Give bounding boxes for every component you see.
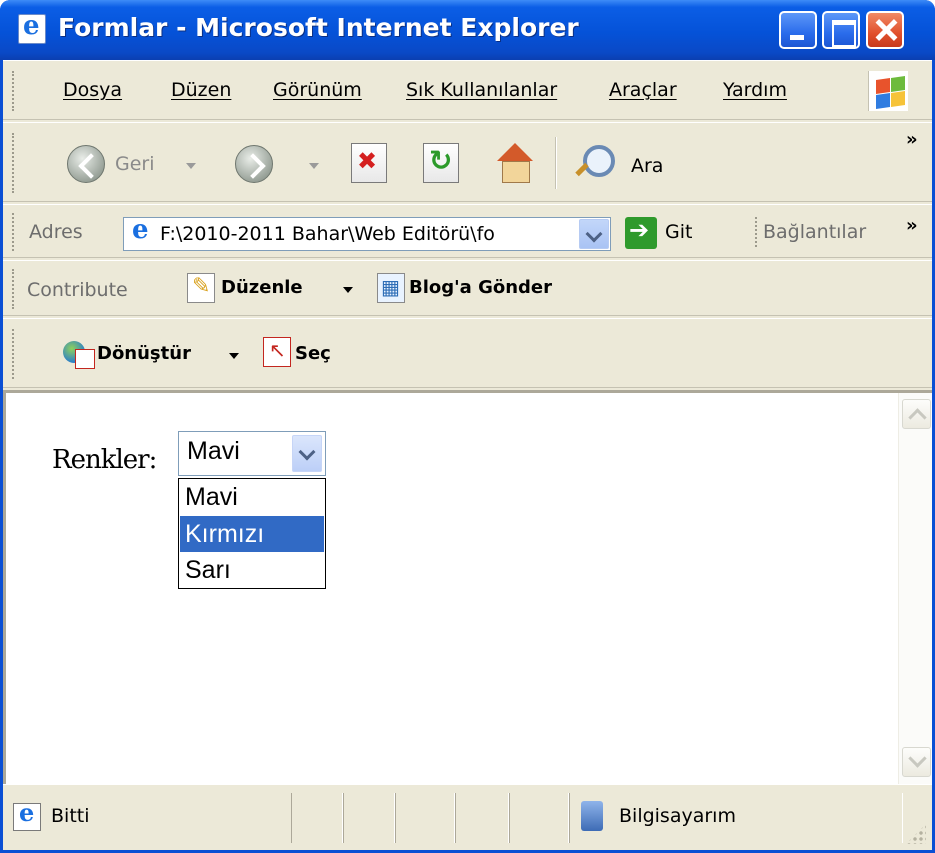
toolbar-grip[interactable] bbox=[12, 71, 16, 111]
edit-button[interactable]: Düzenle bbox=[221, 277, 303, 298]
menu-bar: Dosya Düzen Görünüm Sık Kullanılanlar Ar… bbox=[3, 60, 932, 120]
scroll-up-button[interactable] bbox=[902, 399, 931, 429]
blog-send-button[interactable]: Blog'a Gönder bbox=[409, 277, 552, 298]
colors-select[interactable]: Mavi bbox=[178, 431, 326, 476]
links-grip[interactable] bbox=[755, 217, 759, 247]
browser-chrome: Dosya Düzen Görünüm Sık Kullanılanlar Ar… bbox=[3, 60, 932, 390]
status-panel bbox=[455, 793, 509, 843]
ie-page-icon bbox=[128, 218, 154, 247]
scroll-down-button[interactable] bbox=[902, 747, 931, 777]
colors-label: Renkler: bbox=[52, 445, 157, 475]
address-value[interactable]: F:\2010-2011 Bahar\Web Editörü\fo bbox=[160, 223, 495, 245]
standard-toolbar: Geri Ara » bbox=[3, 122, 932, 202]
forward-dropdown-icon[interactable] bbox=[309, 163, 319, 169]
ie-icon[interactable] bbox=[18, 11, 46, 44]
address-field[interactable]: F:\2010-2011 Bahar\Web Editörü\fo bbox=[123, 217, 611, 251]
edit-page-icon[interactable] bbox=[187, 273, 215, 303]
search-label[interactable]: Ara bbox=[631, 155, 663, 177]
toolbar-grip[interactable] bbox=[12, 329, 16, 379]
menu-duzen[interactable]: Düzen bbox=[171, 79, 231, 101]
window-title: Formlar - Microsoft Internet Explorer bbox=[58, 13, 579, 42]
back-dropdown-icon[interactable] bbox=[186, 163, 196, 169]
menu-sik-kullanilanlar[interactable]: Sık Kullanılanlar bbox=[406, 79, 557, 101]
links-more-icon[interactable]: » bbox=[906, 215, 918, 236]
home-icon[interactable] bbox=[493, 143, 533, 183]
select-button[interactable]: Seç bbox=[295, 343, 331, 364]
vertical-scrollbar[interactable] bbox=[898, 393, 932, 784]
resize-grip[interactable] bbox=[906, 824, 926, 844]
address-bar: Adres F:\2010-2011 Bahar\Web Editörü\fo … bbox=[3, 204, 932, 258]
search-icon[interactable] bbox=[571, 143, 615, 183]
zone-text: Bilgisayarım bbox=[619, 805, 736, 827]
blog-icon[interactable] bbox=[377, 273, 405, 303]
option-kirmizi[interactable]: Kırmızı bbox=[180, 516, 324, 552]
toolbar-separator bbox=[555, 137, 557, 189]
stop-icon[interactable] bbox=[351, 143, 387, 183]
convert-dropdown-icon[interactable] bbox=[229, 353, 239, 359]
toolbar-grip[interactable] bbox=[12, 269, 16, 309]
toolbar-more-icon[interactable]: » bbox=[906, 129, 918, 150]
status-panel bbox=[343, 793, 395, 843]
option-mavi[interactable]: Mavi bbox=[180, 479, 324, 515]
status-bar: Bitti Bilgisayarım bbox=[3, 784, 932, 850]
status-panel bbox=[291, 793, 343, 843]
colors-select-value[interactable]: Mavi bbox=[187, 437, 240, 466]
pdf-toolbar: Dönüştür Seç bbox=[3, 318, 932, 388]
page-content: Renkler: Mavi Mavi Kırmızı Sarı bbox=[3, 390, 932, 784]
address-dropdown-button[interactable] bbox=[579, 219, 609, 249]
back-label[interactable]: Geri bbox=[115, 153, 155, 175]
status-text: Bitti bbox=[51, 805, 90, 827]
convert-button[interactable]: Dönüştür bbox=[97, 343, 191, 364]
browser-window: Formlar - Microsoft Internet Explorer Do… bbox=[0, 0, 935, 853]
ie-page-icon bbox=[13, 798, 41, 831]
contribute-label: Contribute bbox=[27, 279, 128, 301]
status-panel bbox=[395, 793, 455, 843]
chevron-down-icon[interactable] bbox=[292, 435, 322, 472]
maximize-button[interactable] bbox=[822, 11, 860, 49]
links-label[interactable]: Bağlantılar bbox=[763, 221, 866, 243]
go-button[interactable]: Git bbox=[665, 221, 692, 243]
windows-logo-icon bbox=[868, 71, 908, 111]
go-arrow-icon[interactable] bbox=[625, 216, 657, 249]
menu-gorunum[interactable]: Görünüm bbox=[273, 79, 362, 101]
forward-arrow-icon[interactable] bbox=[235, 145, 273, 183]
address-label: Adres bbox=[29, 221, 83, 243]
minimize-button[interactable] bbox=[779, 11, 817, 49]
menu-dosya[interactable]: Dosya bbox=[63, 79, 122, 101]
title-bar[interactable]: Formlar - Microsoft Internet Explorer bbox=[0, 0, 935, 60]
menu-araclar[interactable]: Araçlar bbox=[609, 79, 677, 101]
close-button[interactable] bbox=[866, 11, 904, 49]
pdf-convert-icon[interactable] bbox=[63, 339, 95, 369]
edit-dropdown-icon[interactable] bbox=[343, 287, 353, 293]
computer-zone-icon bbox=[581, 801, 603, 831]
refresh-icon[interactable] bbox=[423, 143, 459, 183]
contribute-toolbar: Contribute Düzenle Blog'a Gönder bbox=[3, 260, 932, 316]
menu-yardim[interactable]: Yardım bbox=[723, 79, 787, 101]
colors-dropdown-list: Mavi Kırmızı Sarı bbox=[178, 478, 326, 589]
toolbar-grip[interactable] bbox=[12, 213, 16, 251]
option-sari[interactable]: Sarı bbox=[180, 552, 324, 588]
back-arrow-icon[interactable] bbox=[67, 145, 105, 183]
toolbar-grip[interactable] bbox=[12, 133, 16, 193]
status-panel bbox=[509, 793, 569, 843]
pdf-select-icon[interactable] bbox=[263, 337, 291, 367]
